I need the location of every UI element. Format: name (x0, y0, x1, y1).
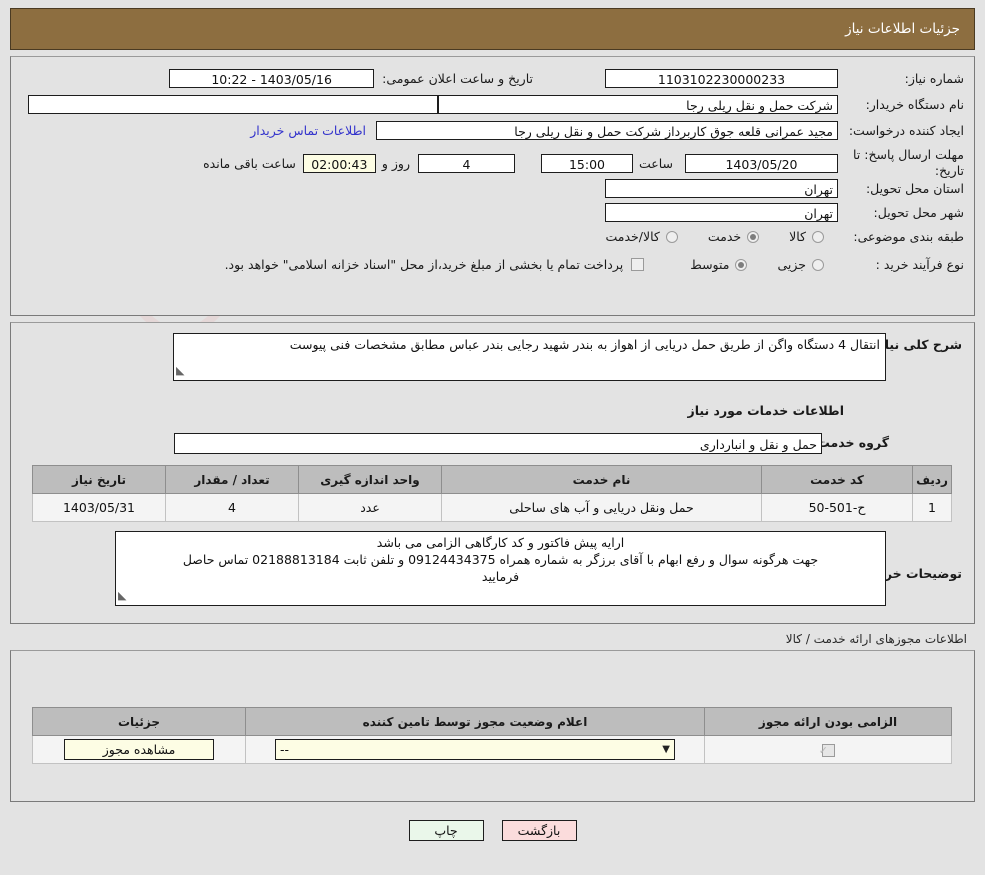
process-option-jozee[interactable]: جزیی (777, 257, 824, 272)
services-th-code: کد خدمت (761, 465, 913, 494)
services-th-unit: واحد اندازه گیری (298, 465, 442, 494)
need-number-value: 1103102230000233 (605, 69, 838, 88)
remaining-hours-label: ساعت باقی مانده (203, 155, 296, 171)
services-table: ردیف کد خدمت نام خدمت واحد اندازه گیری ت… (32, 465, 952, 522)
deadline-label: مهلت ارسال پاسخ: تا تاریخ: (853, 147, 964, 178)
page-root: AnaTender.net جزئیات اطلاعات نیاز شماره … (0, 0, 985, 875)
permits-td-required (704, 735, 952, 764)
services-td-code: ح-501-50 (761, 493, 913, 522)
resize-grip-icon[interactable]: ◢ (176, 362, 184, 379)
page-title: جزئیات اطلاعات نیاز (845, 21, 960, 37)
requester-value: مجید عمرانی قلعه جوق کاربرداز شرکت حمل و… (376, 121, 838, 140)
days-label: روز و (381, 155, 410, 171)
services-td-quantity: 4 (165, 493, 299, 522)
chevron-down-icon: ▼ (662, 744, 670, 755)
treasury-bond-text: پرداخت تمام یا بخشی از مبلغ خرید،از محل … (224, 257, 624, 272)
services-th-date: تاریخ نیاز (32, 465, 166, 494)
permits-panel: الزامی بودن ارائه مجوز اعلام وضعیت مجوز … (10, 650, 975, 802)
permits-td-status: ▼ -- (245, 735, 705, 764)
public-announce-value: 1403/05/16 - 10:22 (169, 69, 375, 88)
need-number-label: شماره نیاز: (904, 71, 964, 86)
permit-status-value: -- (280, 742, 290, 757)
general-desc-value: انتقال 4 دستگاه واگن از طریق حمل دریایی … (173, 333, 886, 381)
category-option-kala-khedmat[interactable]: کالا/خدمت (605, 229, 678, 244)
treasury-bond-checkbox[interactable] (631, 258, 645, 271)
treasury-bond-option[interactable]: پرداخت تمام یا بخشی از مبلغ خرید،از محل … (225, 257, 645, 272)
remaining-days-value: 4 (417, 153, 515, 173)
category-label-khedmat: خدمت (707, 229, 742, 244)
city-label: شهر محل تحویل: (873, 205, 964, 220)
services-td-radif: 1 (912, 493, 952, 522)
table-row: ▼ -- مشاهده مجوز (32, 735, 952, 764)
services-th-quantity: تعداد / مقدار (165, 465, 299, 494)
permits-th-status: اعلام وضعیت مجوز توسط تامین کننده (245, 707, 705, 736)
process-radio-motavasset[interactable] (735, 258, 748, 271)
buyer-org-label: نام دستگاه خریدار: (865, 97, 964, 112)
table-row: 1 ح-501-50 حمل ونقل دریایی و آب های ساحل… (32, 493, 952, 522)
need-details-panel: شرح کلی نیاز: انتقال 4 دستگاه واگن از طر… (10, 322, 975, 624)
category-radio-kala-khedmat[interactable] (665, 230, 678, 243)
permits-section-label: اطلاعات مجوزهای ارائه خدمت / کالا (785, 632, 967, 646)
permits-td-details: مشاهده مجوز (32, 735, 246, 764)
services-table-wrap: ردیف کد خدمت نام خدمت واحد اندازه گیری ت… (32, 465, 952, 522)
print-button[interactable]: چاپ (408, 820, 484, 841)
category-label: طبقه بندی موضوعی: (853, 229, 964, 244)
service-group-value: حمل و نقل و انبارداری (174, 433, 822, 454)
general-desc-text: انتقال 4 دستگاه واگن از طریق حمل دریایی … (289, 337, 880, 352)
hour-label: ساعت (638, 155, 673, 171)
services-table-header-row: ردیف کد خدمت نام خدمت واحد اندازه گیری ت… (32, 465, 952, 494)
province-value: تهران (605, 179, 838, 198)
buyer-notes-line-2: جهت هرگونه سوال و رفع ابهام با آقای برزگ… (182, 552, 819, 567)
permit-required-checkbox (821, 744, 835, 757)
category-label-kala-khedmat: کالا/خدمت (605, 229, 660, 244)
back-button[interactable]: بازگشت (501, 820, 577, 841)
deadline-date-value: 1403/05/20 (685, 153, 838, 173)
buyer-org-extra-value (28, 95, 438, 114)
services-td-name: حمل ونقل دریایی و آب های ساحلی (441, 493, 762, 522)
city-value: تهران (605, 203, 838, 222)
buyer-org-value: شرکت حمل و نقل ریلی رجا (438, 95, 838, 114)
need-summary-panel: شماره نیاز: 1103102230000233 تاریخ و ساع… (10, 56, 975, 316)
category-radio-kala[interactable] (812, 230, 824, 243)
buyer-contact-link[interactable]: اطلاعات تماس خریدار (250, 123, 366, 138)
services-th-radif: ردیف (912, 465, 952, 494)
requester-label: ایجاد کننده درخواست: (848, 123, 964, 138)
process-label-jozee: جزیی (777, 257, 806, 272)
countdown-value: 02:00:43 (302, 153, 376, 173)
category-radio-khedmat[interactable] (747, 230, 760, 243)
view-permit-button[interactable]: مشاهده مجوز (64, 739, 214, 760)
permits-table-wrap: الزامی بودن ارائه مجوز اعلام وضعیت مجوز … (32, 707, 952, 764)
window-title-bar: جزئیات اطلاعات نیاز (10, 8, 975, 50)
service-group-label: گروه خدمت: (812, 435, 889, 450)
resize-grip-icon-notes[interactable]: ◢ (118, 587, 126, 604)
public-announce-label: تاریخ و ساعت اعلان عمومی: (382, 71, 533, 86)
services-td-unit: عدد (298, 493, 442, 522)
process-type-label: نوع فرآیند خرید : (875, 257, 964, 272)
process-radio-jozee[interactable] (812, 258, 824, 271)
category-option-khedmat[interactable]: خدمت (707, 229, 760, 244)
permits-table-header-row: الزامی بودن ارائه مجوز اعلام وضعیت مجوز … (32, 707, 952, 736)
permits-th-required: الزامی بودن ارائه مجوز (704, 707, 952, 736)
process-option-motavasset[interactable]: متوسط (690, 257, 748, 272)
province-label: استان محل تحویل: (865, 181, 964, 196)
services-td-date: 1403/05/31 (32, 493, 166, 522)
services-info-title: اطلاعات خدمات مورد نیاز (687, 403, 845, 418)
permits-th-details: جزئیات (32, 707, 246, 736)
category-option-kala[interactable]: کالا (789, 229, 824, 244)
buyer-notes-value: ارایه پیش فاکتور و کد کارگاهی الزامی می … (115, 531, 886, 606)
buyer-notes-line-3: فرمایید (481, 569, 520, 584)
permits-table: الزامی بودن ارائه مجوز اعلام وضعیت مجوز … (32, 707, 952, 764)
process-label-motavasset: متوسط (690, 257, 730, 272)
category-label-kala: کالا (789, 229, 806, 244)
permit-status-select[interactable]: ▼ -- (275, 739, 675, 760)
deadline-time-value: 15:00 (540, 153, 633, 173)
footer-actions: بازگشت چاپ (0, 820, 985, 841)
buyer-notes-line-1: ارایه پیش فاکتور و کد کارگاهی الزامی می … (376, 535, 625, 550)
services-th-name: نام خدمت (441, 465, 762, 494)
